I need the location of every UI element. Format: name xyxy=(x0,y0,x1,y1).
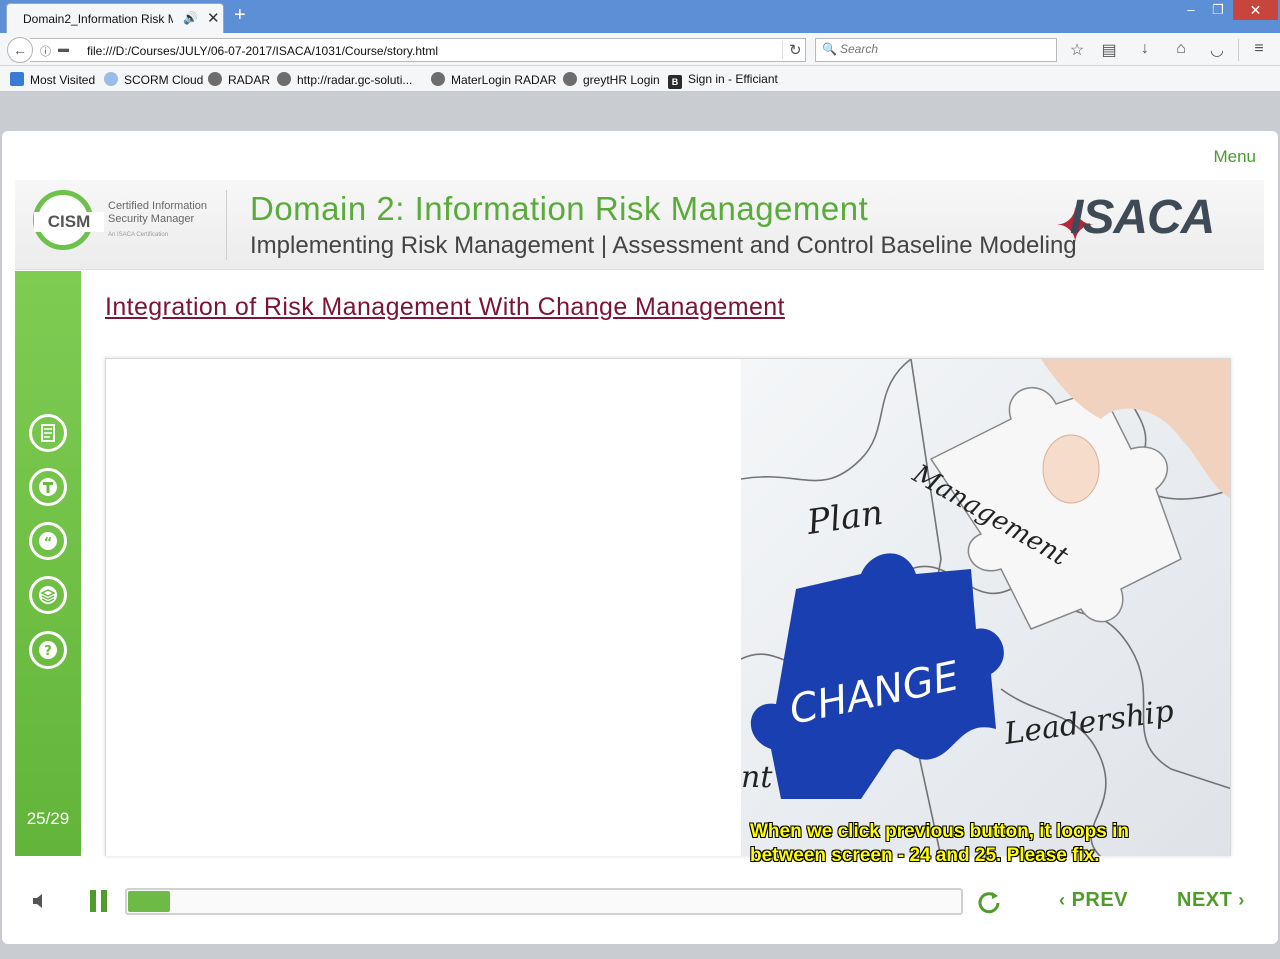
course-player: Menu CISM Certified Information Security… xyxy=(2,131,1278,944)
svg-text:“: “ xyxy=(44,536,53,551)
prev-button[interactable]: ‹ PREV xyxy=(1059,889,1128,912)
review-comment-caption: When we click previous button, it loops … xyxy=(750,821,1129,866)
volume-icon[interactable] xyxy=(30,891,50,917)
chevron-left-icon: ‹ xyxy=(1059,890,1066,910)
folder-icon xyxy=(10,72,24,86)
search-bar[interactable]: 🔍 xyxy=(815,38,1057,62)
pocket-icon[interactable]: ◡ xyxy=(1206,40,1228,60)
course-sidebar: “ ? 25/29 xyxy=(15,271,81,856)
slide-counter: 25/29 xyxy=(26,809,70,828)
notes-icon[interactable] xyxy=(29,414,67,452)
bookmark-scorm-cloud[interactable]: SCORM Cloud xyxy=(104,72,203,87)
bookmark-star-icon[interactable]: ☆ xyxy=(1066,40,1088,60)
b-logo-icon: B xyxy=(668,75,682,89)
next-button[interactable]: NEXT › xyxy=(1177,889,1245,912)
back-button[interactable]: ← xyxy=(7,37,33,63)
bookmarks-bar: Most Visited SCORM Cloud RADAR http://ra… xyxy=(0,66,1280,92)
domain-title: Domain 2: Information Risk Management xyxy=(250,190,869,227)
domain-subtitle: Implementing Risk Management | Assessmen… xyxy=(250,232,1077,259)
globe-icon xyxy=(563,72,577,86)
course-banner: CISM Certified Information Security Mana… xyxy=(15,180,1264,270)
slide-content: Plan Management CHANGE Leadership nt xyxy=(105,358,1231,856)
cism-logo-text: Certified Information Security Manager xyxy=(108,200,208,225)
globe-icon xyxy=(431,72,445,86)
resources-icon[interactable] xyxy=(29,576,67,614)
reload-icon[interactable]: ↻ xyxy=(782,41,802,59)
globe-icon xyxy=(277,72,291,86)
tab-title: Domain2_Information Risk M xyxy=(23,12,173,26)
search-icon: 🔍 xyxy=(822,42,837,56)
new-tab-button[interactable]: + xyxy=(234,4,246,27)
puzzle-word-partial: nt xyxy=(741,760,773,795)
browser-titlebar: Domain2_Information Risk M 🔊 ✕ + – ❐ ✕ xyxy=(0,0,1280,33)
download-icon[interactable]: ↓ xyxy=(1134,40,1156,58)
page-icon: ▬ xyxy=(58,43,69,55)
change-puzzle-image: Plan Management CHANGE Leadership nt xyxy=(741,359,1230,856)
chevron-right-icon: › xyxy=(1238,890,1245,910)
hamburger-menu-icon[interactable]: ≡ xyxy=(1248,40,1270,58)
maximize-button[interactable]: ❐ xyxy=(1207,0,1229,20)
minimize-button[interactable]: – xyxy=(1180,0,1202,20)
cism-logo-subtext: An ISACA Certification xyxy=(108,232,169,238)
toolbar-separator xyxy=(1238,39,1239,61)
bookmark-radar-gc[interactable]: http://radar.gc-soluti... xyxy=(277,72,412,87)
content-text-area xyxy=(106,359,741,856)
seek-bar[interactable] xyxy=(125,888,963,915)
bookmark-radar[interactable]: RADAR xyxy=(208,72,270,87)
seek-bar-fill xyxy=(128,891,170,912)
search-input[interactable] xyxy=(840,42,1050,56)
replay-icon[interactable] xyxy=(975,888,1003,923)
browser-tab[interactable]: Domain2_Information Risk M 🔊 ✕ xyxy=(6,3,224,33)
speaker-icon[interactable]: 🔊 xyxy=(183,11,198,25)
home-icon[interactable]: ⌂ xyxy=(1170,40,1192,58)
bookmark-efficiant[interactable]: B Sign in - Efficiant xyxy=(668,72,778,89)
tab-close-icon[interactable]: ✕ xyxy=(207,9,220,27)
svg-text:?: ? xyxy=(44,644,52,659)
help-icon[interactable]: ? xyxy=(29,631,67,669)
cism-logo: CISM xyxy=(33,190,104,250)
menu-button[interactable]: Menu xyxy=(1213,147,1256,167)
url-text[interactable]: file:///D:/Courses/JULY/06-07-2017/ISACA… xyxy=(87,44,438,58)
browser-toolbar: ⓘ ▬ file:///D:/Courses/JULY/06-07-2017/I… xyxy=(0,33,1280,66)
address-bar[interactable]: ⓘ ▬ file:///D:/Courses/JULY/06-07-2017/I… xyxy=(30,38,806,62)
banner-divider xyxy=(226,190,227,260)
quote-icon[interactable]: “ xyxy=(29,522,67,560)
bookmark-greythr[interactable]: greytHR Login xyxy=(563,72,660,87)
globe-icon xyxy=(208,72,222,86)
info-icon[interactable]: ⓘ xyxy=(40,43,51,59)
glossary-icon[interactable] xyxy=(29,468,67,506)
bookmark-materlogin[interactable]: MaterLogin RADAR xyxy=(431,72,556,87)
slide-heading: Integration of Risk Management With Chan… xyxy=(105,293,785,321)
isaca-logo: ISACA xyxy=(1070,191,1215,244)
reading-list-icon[interactable]: ▤ xyxy=(1098,40,1120,60)
close-window-button[interactable]: ✕ xyxy=(1233,0,1278,20)
cloud-icon xyxy=(104,72,118,86)
bookmark-most-visited[interactable]: Most Visited xyxy=(10,72,95,87)
pause-button[interactable] xyxy=(90,890,110,912)
